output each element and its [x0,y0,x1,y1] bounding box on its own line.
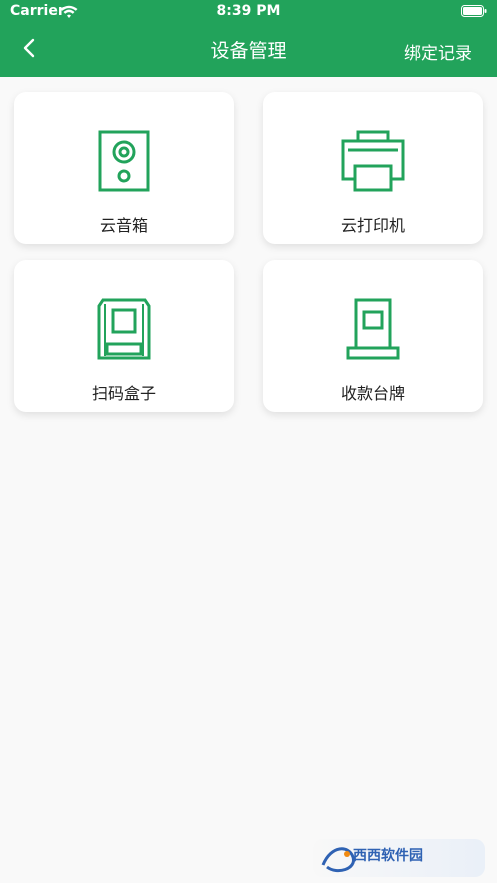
device-label-scan-box: 扫码盒子 [91,384,156,403]
watermark-logo: 西西软件园 [313,839,485,877]
device-card-scan-box[interactable]: 扫码盒子 [14,260,234,412]
device-label-speaker: 云音箱 [99,216,148,235]
device-card-printer[interactable]: 云打印机 [263,92,483,244]
device-label-payment-stand: 收款台牌 [340,384,405,403]
device-label-printer: 云打印机 [340,216,405,235]
printer-icon [341,130,405,192]
status-bar: Carrier 8:39 PM [0,0,497,26]
device-card-speaker[interactable]: 云音箱 [14,92,234,244]
watermark-text: 西西软件园 [353,847,423,863]
scan-box-icon [97,298,151,360]
status-time: 8:39 PM [216,3,281,19]
bind-record-button[interactable]: 绑定记录 [404,39,472,64]
speaker-icon [98,130,150,192]
payment-stand-icon [346,298,400,360]
navigation-header: Carrier 8:39 PM 设备管理 绑定记录 [0,0,497,77]
device-card-payment-stand[interactable]: 收款台牌 [263,260,483,412]
battery-icon [461,5,487,17]
back-arrow-icon[interactable] [18,36,42,60]
